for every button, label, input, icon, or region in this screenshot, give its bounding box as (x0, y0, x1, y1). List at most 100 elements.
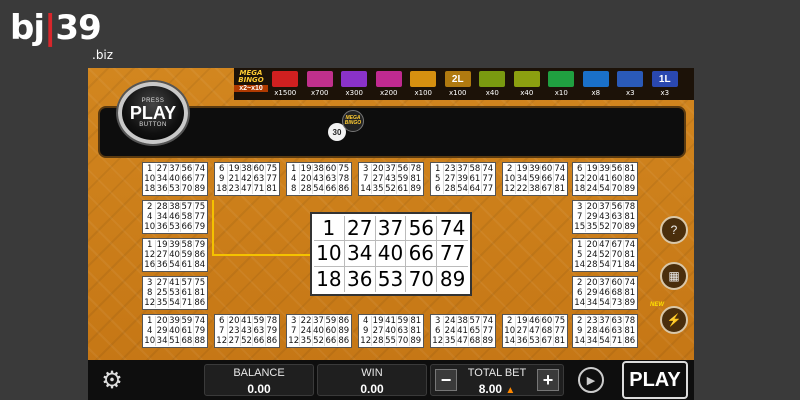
card-number: 23 (228, 326, 241, 336)
card-number: 57 (181, 202, 194, 212)
card-number: 81 (194, 288, 206, 298)
card-number: 27 (156, 164, 169, 174)
bingo-card[interactable]: 2 20 37 60 74 6 29 46 68 81 14 34 54 73 89 (572, 276, 638, 310)
card-number: 56 (397, 164, 410, 174)
press-play-button[interactable]: PRESS PLAY BUTTON (118, 82, 188, 144)
card-number: 81 (554, 184, 566, 194)
card-number: 37 (599, 316, 612, 326)
card-number: 29 (586, 288, 599, 298)
bingo-card[interactable]: 1 20 39 59 74 4 29 40 61 79 10 34 51 68 88 (142, 314, 208, 348)
bingo-card[interactable]: 3 27 41 57 75 8 25 53 61 81 12 35 54 71 86 (142, 276, 208, 310)
paytable-item-top: x1500 (268, 68, 303, 98)
card-number: 75 (338, 164, 350, 174)
card-select-button[interactable]: ▦ (660, 262, 688, 290)
paytable-item: x300 (337, 68, 372, 98)
card-number: 47 (599, 240, 612, 250)
card-number: 28 (156, 202, 169, 212)
card-number: 19 (372, 316, 385, 326)
card-number: 57 (181, 278, 194, 288)
bingo-card[interactable]: 3 22 37 59 86 7 24 40 60 89 12 35 52 66 86 (286, 314, 352, 348)
card-number: 1 (574, 240, 587, 250)
card-number: 66 (181, 174, 194, 184)
card-number: 53 (529, 336, 542, 346)
card-number: 20 (300, 174, 313, 184)
card-number: 54 (313, 184, 326, 194)
bingo-card[interactable]: 2 19 39 60 74 10 34 59 66 74 12 22 38 67 81 (502, 162, 568, 196)
bingo-card[interactable]: 6 19 39 56 81 12 20 41 60 80 18 24 54 70 89 (572, 162, 638, 196)
card-number: 34 (156, 174, 169, 184)
card-number: 27 (516, 326, 529, 336)
pattern-icon (306, 71, 333, 87)
card-number: 12 (504, 184, 517, 194)
turbo-button[interactable]: ⚡ (660, 306, 688, 334)
card-number: 35 (300, 336, 313, 346)
card-number: 43 (241, 326, 254, 336)
mega-bingo-label: MEGA BINGO (238, 69, 264, 84)
brand-bj: bj (10, 8, 45, 48)
card-number: 56 (181, 164, 194, 174)
card-number: 39 (599, 164, 612, 174)
bingo-card[interactable]: 3 24 38 57 74 6 24 41 65 77 12 35 47 68 89 (430, 314, 496, 348)
card-number: 75 (194, 202, 206, 212)
card-number: 86 (194, 298, 206, 308)
card-number: 9 (360, 326, 373, 336)
card-number: 21 (228, 174, 241, 184)
bingo-card[interactable]: 1 27 37 56 74 10 34 40 66 77 18 36 53 70 89 (142, 162, 208, 196)
card-number: 74 (624, 278, 636, 288)
increase-bet-button[interactable]: + (537, 369, 559, 391)
card-number: 59 (397, 174, 410, 184)
card-number: 39 (457, 174, 470, 184)
card-number: 19 (228, 164, 241, 174)
bingo-card[interactable]: 6 19 38 60 75 9 21 42 63 77 18 23 47 71 81 (214, 162, 280, 196)
card-number: 53 (169, 288, 182, 298)
bingo-card[interactable]: 2 28 38 57 75 4 34 46 58 77 10 36 53 66 79 (142, 200, 208, 234)
card-number: 46 (529, 316, 542, 326)
card-number: 66 (253, 336, 266, 346)
card-number: 19 (516, 316, 529, 326)
bingo-card[interactable]: 2 23 37 63 78 9 28 46 63 81 14 34 54 71 86 (572, 314, 638, 348)
bingo-card[interactable]: 4 19 41 59 81 9 27 40 63 81 12 28 55 70 89 (358, 314, 424, 348)
card-number: 59 (253, 316, 266, 326)
card-number: 36 (156, 184, 169, 194)
bingo-card[interactable]: 1 19 39 58 79 12 27 40 59 86 16 36 54 61 84 (142, 238, 208, 272)
card-number: 42 (241, 174, 254, 184)
card-number: 81 (624, 288, 636, 298)
card-number: 54 (599, 184, 612, 194)
card-number: 63 (611, 212, 624, 222)
help-button[interactable]: ? (660, 216, 688, 244)
card-number: 52 (599, 250, 612, 260)
card-number: 79 (194, 326, 206, 336)
card-number: 20 (586, 278, 599, 288)
card-number: 5 (432, 174, 445, 184)
settings-button[interactable]: ⚙ (98, 366, 126, 394)
card-number: 55 (385, 336, 398, 346)
pattern-icon (410, 71, 437, 87)
card-number: 63 (611, 326, 624, 336)
card-number: 23 (444, 164, 457, 174)
play-button[interactable]: PLAY (622, 361, 688, 399)
bingo-card[interactable]: 1 23 37 58 74 5 27 39 61 77 6 28 54 64 77 (430, 162, 496, 196)
bingo-card[interactable]: 2 19 46 60 75 10 27 47 68 77 14 36 53 67 81 (502, 314, 568, 348)
card-number: 14 (360, 184, 373, 194)
card-number: 35 (444, 336, 457, 346)
card-number: 74 (482, 164, 494, 174)
card-number: 86 (338, 184, 350, 194)
autoplay-button[interactable]: ▶ (578, 367, 604, 393)
bingo-card[interactable]: 3 20 37 56 78 7 29 43 63 81 15 35 52 70 89 (572, 200, 638, 234)
card-number: 40 (385, 326, 398, 336)
card-number: 28 (300, 184, 313, 194)
card-number: 89 (624, 298, 636, 308)
card-number: 61 (469, 174, 482, 184)
card-number: 6 (432, 184, 445, 194)
bingo-card[interactable]: 1 19 38 60 75 4 20 43 63 78 8 28 54 66 86 (286, 162, 352, 196)
bingo-card[interactable]: 6 20 41 59 78 7 23 43 63 79 12 27 52 66 86 (214, 314, 280, 348)
card-number: 41 (599, 174, 612, 184)
bingo-card[interactable]: 1 20 47 67 74 5 24 52 70 81 14 28 54 71 84 (572, 238, 638, 272)
card-number: 81 (410, 316, 422, 326)
bingo-card[interactable]: 3 20 37 56 78 7 27 43 59 81 14 35 52 61 89 (358, 162, 424, 196)
card-number: 12 (432, 336, 445, 346)
card-number: 35 (586, 222, 599, 232)
featured-card-number: 89 (439, 267, 466, 292)
card-number: 27 (156, 250, 169, 260)
card-number: 59 (325, 316, 338, 326)
